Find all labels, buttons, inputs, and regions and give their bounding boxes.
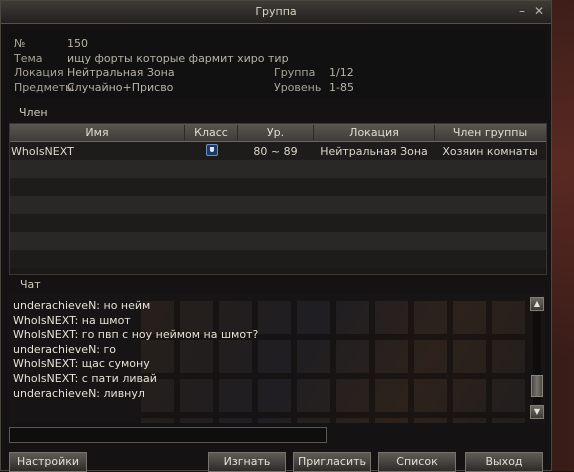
members-table-header: Имя Класс Ур. Локация Член группы	[10, 124, 546, 142]
scroll-thumb[interactable]	[531, 375, 543, 397]
items-value: Случайно+Присво	[67, 81, 174, 94]
chat-scrollbar[interactable]: ▲ ▼	[529, 295, 545, 419]
room-info-panel: № 150 Тема ищу форты которые фармит хиро…	[9, 31, 545, 97]
scroll-down-icon[interactable]: ▼	[530, 405, 544, 419]
exit-button[interactable]: Выход	[465, 452, 543, 472]
kick-button[interactable]: Изгнать	[208, 452, 286, 472]
empty-row[interactable]	[10, 178, 546, 196]
number-label: №	[14, 37, 26, 50]
party-room-window: Группа – ✕ № 150 Тема ищу форты которые …	[0, 0, 552, 472]
column-member-role[interactable]: Член группы	[435, 126, 545, 139]
column-location[interactable]: Локация	[314, 126, 434, 139]
settings-button[interactable]: Настройки	[9, 452, 87, 472]
scroll-up-icon[interactable]: ▲	[530, 297, 544, 311]
list-button[interactable]: Список	[378, 452, 456, 472]
window-title: Группа	[255, 5, 297, 18]
level-label: Уровень	[274, 81, 322, 94]
chat-message: WhoIsNEXT: с пати ливай	[13, 371, 157, 385]
invite-button[interactable]: Пригласить	[293, 452, 371, 472]
column-name[interactable]: Имя	[10, 126, 184, 139]
table-row[interactable]: WhoIsNEXT 80 ~ 89 Нейтральная Зона Хозяи…	[10, 142, 546, 160]
member-role: Хозяин комнаты	[442, 145, 538, 158]
empty-row[interactable]	[10, 196, 546, 214]
chat-tab[interactable]: Чат	[9, 275, 69, 294]
chat-message: WhoIsNEXT: на шмот	[13, 313, 131, 327]
empty-row[interactable]	[10, 232, 546, 250]
chat-input[interactable]	[9, 427, 327, 443]
member-level: 80 ~ 89	[253, 145, 298, 158]
close-icon[interactable]: ✕	[532, 4, 546, 18]
level-value: 1-85	[329, 81, 354, 94]
chat-messages: underachieveN: но нейм WhoIsNEXT: на шмо…	[13, 299, 523, 401]
chat-message: underachieveN: го	[13, 342, 117, 356]
column-class[interactable]: Класс	[185, 126, 237, 139]
chat-message: WhoIsNEXT: щас сумону	[13, 357, 150, 371]
column-level[interactable]: Ур.	[238, 126, 313, 139]
empty-row[interactable]	[10, 250, 546, 268]
minimize-icon[interactable]: –	[515, 4, 529, 18]
members-section-label: Член	[19, 106, 48, 119]
chat-message: underachieveN: ливнул	[13, 386, 145, 400]
group-label: Группа	[274, 66, 316, 79]
title-bar[interactable]: Группа – ✕	[1, 1, 551, 24]
members-table-body: WhoIsNEXT 80 ~ 89 Нейтральная Зона Хозяи…	[10, 142, 546, 273]
members-table: Имя Класс Ур. Локация Член группы WhoIsN…	[9, 123, 547, 275]
member-location: Нейтральная Зона	[320, 145, 428, 158]
empty-row[interactable]	[10, 214, 546, 232]
chat-message: underachieveN: но нейм	[13, 299, 151, 312]
theme-value: ищу форты которые фармит хиро тир	[67, 52, 289, 65]
group-value: 1/12	[329, 66, 354, 79]
shield-icon	[206, 144, 218, 156]
theme-label: Тема	[14, 52, 43, 65]
empty-row[interactable]	[10, 160, 546, 178]
number-value: 150	[67, 37, 88, 50]
member-name: WhoIsNEXT	[11, 145, 74, 158]
location-value: Нейтральная Зона	[67, 66, 175, 79]
items-label: Предметы	[14, 81, 74, 94]
chat-tab-label: Чат	[20, 278, 41, 291]
chat-message: WhoIsNEXT: го пвп с ноу неймом на шмот?	[13, 328, 259, 342]
location-label: Локация	[14, 66, 64, 79]
